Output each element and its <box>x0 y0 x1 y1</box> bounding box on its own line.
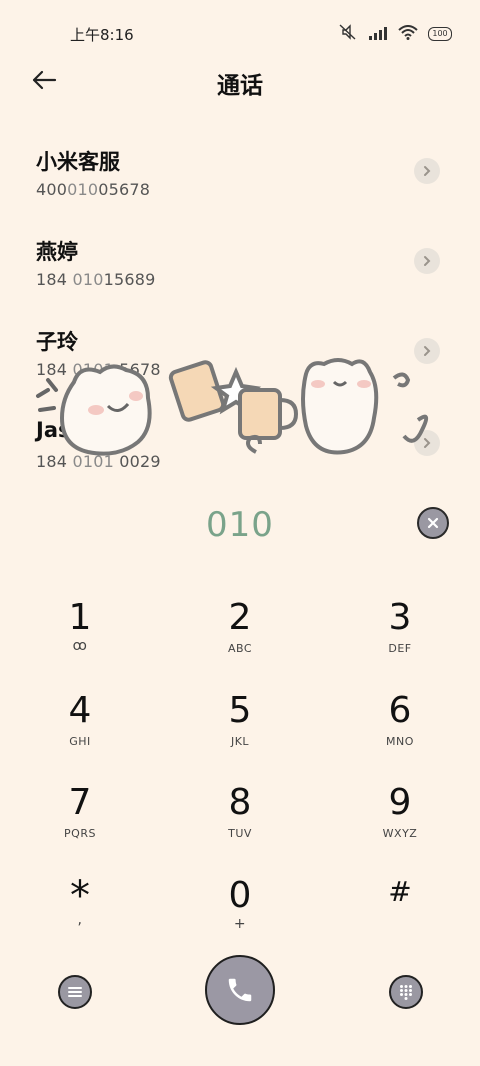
key-digit: 2 <box>228 597 252 638</box>
menu-icon <box>68 987 82 997</box>
chevron-right-icon <box>424 256 431 266</box>
contact-name: 子玲 <box>36 330 78 354</box>
status-bar: 上午8:16 100 <box>0 0 480 64</box>
key-letters: GHI <box>69 735 91 748</box>
number-match: 010 <box>72 270 104 289</box>
number-match: 0101 <box>72 452 114 471</box>
key-3[interactable]: 3 DEF <box>340 598 460 678</box>
contact-number: 40001005678 <box>36 180 150 199</box>
contact-number: 184 0101 5678 <box>36 360 161 379</box>
key-digit: 3 <box>388 597 412 638</box>
key-digit: 1 <box>68 597 92 638</box>
dialed-number: 010 <box>206 505 274 545</box>
header: 通话 <box>0 60 480 104</box>
key-8[interactable]: 8 TUV <box>180 783 300 863</box>
key-digit: 4 <box>68 690 92 731</box>
dialpad-icon <box>400 985 412 1000</box>
key-digit: * <box>70 873 90 919</box>
key-letters: + <box>233 916 247 932</box>
key-digit: 0 <box>228 875 252 916</box>
menu-button[interactable] <box>58 975 92 1009</box>
key-digit: 9 <box>388 782 412 823</box>
contact-name: 燕婷 <box>36 240 78 264</box>
key-6[interactable]: 6 MNO <box>340 691 460 771</box>
contact-row[interactable]: Jason 184 0101 0029 <box>0 418 480 498</box>
key-letters: DEF <box>388 642 412 655</box>
number-part: 184 <box>36 360 73 379</box>
contact-detail-button[interactable] <box>414 248 440 274</box>
number-part: 184 <box>36 270 73 289</box>
key-letters: MNO <box>386 735 414 748</box>
key-digit: 5 <box>228 690 252 731</box>
mute-icon <box>338 24 358 44</box>
signal-icon <box>368 25 388 44</box>
key-letters: TUV <box>228 827 252 840</box>
battery-icon: 100 <box>428 27 452 41</box>
keypad-toggle-button[interactable] <box>389 975 423 1009</box>
status-time: 上午8:16 <box>70 26 134 44</box>
key-star[interactable]: * , <box>20 876 140 956</box>
contact-number: 184 0101 0029 <box>36 452 161 471</box>
status-icons: 100 <box>338 24 452 44</box>
contact-name: Jason <box>36 418 100 442</box>
key-letters: ABC <box>227 642 253 655</box>
voicemail-icon: ꝏ <box>72 638 88 654</box>
clear-button[interactable] <box>417 507 449 539</box>
chevron-right-icon <box>424 438 431 448</box>
number-part: 15689 <box>103 270 156 289</box>
number-part: 184 <box>36 452 73 471</box>
key-letters: PQRS <box>64 827 96 840</box>
wifi-icon <box>398 24 418 44</box>
key-0[interactable]: 0 + <box>180 876 300 956</box>
contact-row[interactable]: 子玲 184 0101 5678 <box>0 326 480 406</box>
contact-number: 184 01015689 <box>36 270 155 289</box>
contact-name: 小米客服 <box>36 150 120 174</box>
phone-icon <box>228 978 252 1002</box>
contact-row[interactable]: 小米客服 40001005678 <box>0 146 480 226</box>
contact-row[interactable]: 燕婷 184 01015689 <box>0 236 480 316</box>
key-digit: 6 <box>388 690 412 731</box>
chevron-right-icon <box>424 346 431 356</box>
key-digit: 8 <box>228 782 252 823</box>
key-digit: 7 <box>68 782 92 823</box>
number-part: 05678 <box>98 180 151 199</box>
key-5[interactable]: 5 JKL <box>180 691 300 771</box>
key-hash[interactable]: # <box>340 872 460 952</box>
key-letters: , <box>77 912 83 928</box>
key-digit: # <box>388 875 412 908</box>
key-2[interactable]: 2 ABC <box>180 598 300 678</box>
key-letters: WXYZ <box>382 827 418 840</box>
close-icon <box>427 517 439 529</box>
number-part: 0029 <box>113 452 161 471</box>
contact-detail-button[interactable] <box>414 338 440 364</box>
key-7[interactable]: 7 PQRS <box>20 783 140 863</box>
key-9[interactable]: 9 WXYZ <box>340 783 460 863</box>
key-4[interactable]: 4 GHI <box>20 691 140 771</box>
number-match: 0101 <box>72 360 114 379</box>
chevron-right-icon <box>424 166 431 176</box>
key-1[interactable]: 1 ꝏ <box>20 598 140 678</box>
key-letters: JKL <box>230 735 250 748</box>
contact-detail-button[interactable] <box>414 430 440 456</box>
contact-detail-button[interactable] <box>414 158 440 184</box>
number-part: 5678 <box>113 360 161 379</box>
page-title: 通话 <box>217 73 263 99</box>
call-button[interactable] <box>205 955 275 1025</box>
number-match: 010 <box>67 180 99 199</box>
number-part: 400 <box>36 180 68 199</box>
